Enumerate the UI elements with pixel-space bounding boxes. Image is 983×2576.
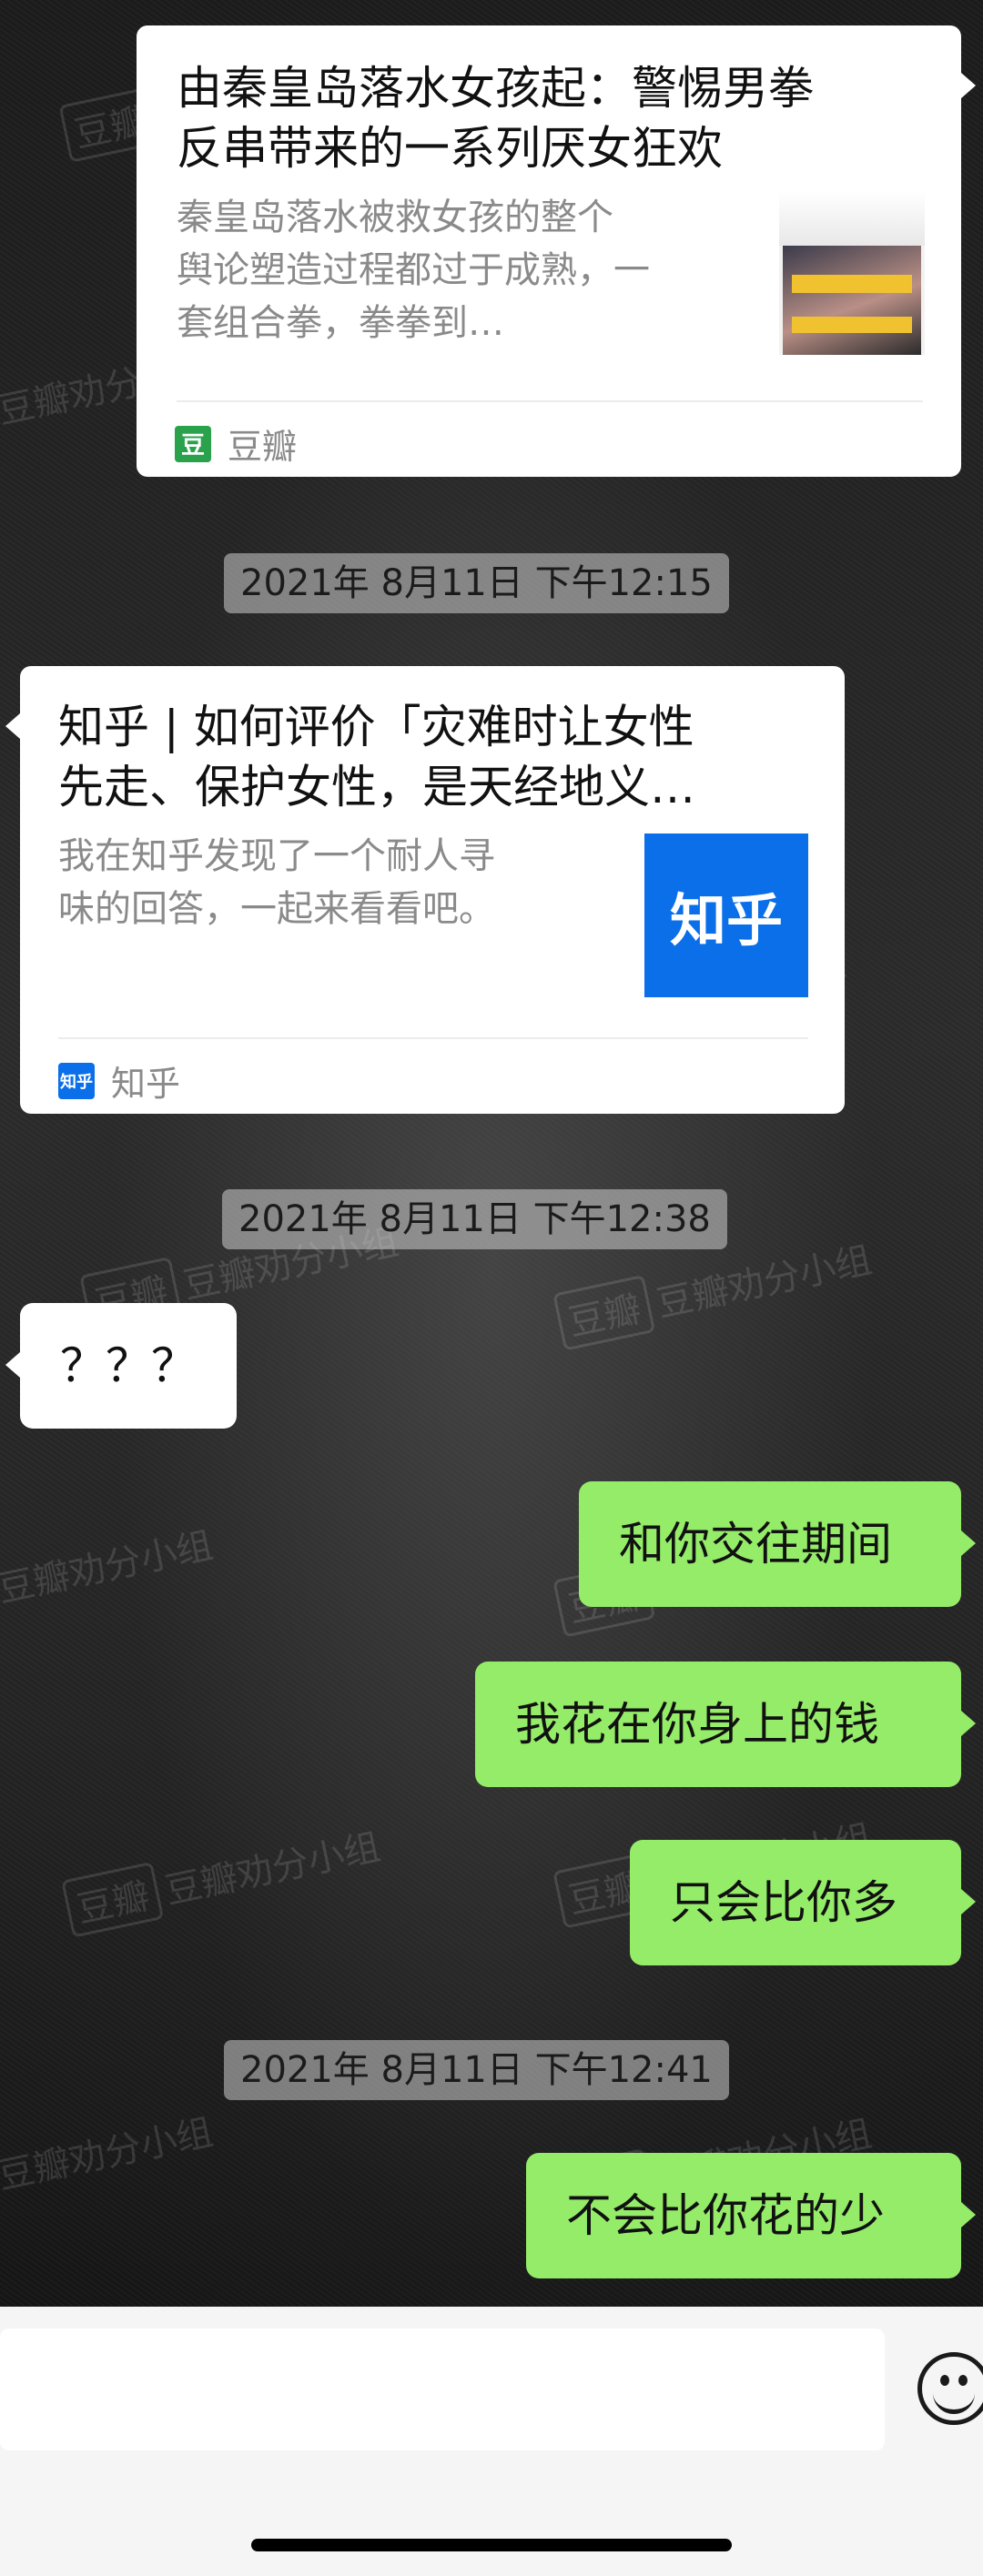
card-divider bbox=[58, 1037, 808, 1039]
link-card-title: 由秦皇岛落水女孩起：警惕男拳 反串带来的一系列厌女狂欢 bbox=[177, 62, 814, 175]
home-indicator[interactable] bbox=[251, 2539, 732, 2551]
douban-icon: 豆 bbox=[175, 425, 211, 462]
link-card-source: 豆 豆瓣 bbox=[175, 419, 297, 469]
message-bubble-incoming[interactable]: ？？？ bbox=[20, 1303, 237, 1429]
timestamp: 2021年 8月11日 下午12:38 bbox=[222, 1189, 727, 1249]
bubble-tail bbox=[5, 713, 20, 739]
link-card-description: 秦皇岛落水被救女孩的整个 舆论塑造过程都过于成熟，一 套组合拳，拳拳到… bbox=[177, 197, 650, 344]
message-bubble-outgoing[interactable]: 不会比你花的少 bbox=[526, 2153, 961, 2278]
emoji-icon[interactable] bbox=[917, 2352, 983, 2425]
link-card-source: 知乎 知乎 bbox=[58, 1062, 181, 1104]
bubble-tail bbox=[961, 1530, 976, 1556]
link-card-zhihu[interactable]: 知乎 | 如何评价「灾难时让女性 先走、保护女性，是天经地义… 我在知乎发现了一… bbox=[20, 666, 845, 1114]
zhihu-icon: 知乎 bbox=[58, 1062, 95, 1099]
bubble-tail bbox=[961, 2202, 976, 2227]
input-bar bbox=[0, 2307, 983, 2576]
message-bubble-outgoing[interactable]: 和你交往期间 bbox=[579, 1481, 961, 1607]
timestamp: 2021年 8月11日 下午12:41 bbox=[224, 2040, 729, 2100]
bubble-tail bbox=[961, 73, 976, 98]
link-card-thumbnail: 知乎 bbox=[644, 833, 808, 997]
link-card-thumbnail bbox=[779, 191, 925, 355]
link-card-title: 知乎 | 如何评价「灾难时让女性 先走、保护女性，是天经地义… bbox=[58, 701, 695, 813]
bubble-tail bbox=[961, 1889, 976, 1914]
bubble-tail bbox=[961, 1711, 976, 1736]
message-input[interactable] bbox=[0, 2329, 885, 2450]
message-bubble-outgoing[interactable]: 只会比你多 bbox=[630, 1840, 961, 1965]
message-bubble-outgoing[interactable]: 我花在你身上的钱 bbox=[475, 1662, 961, 1787]
card-divider bbox=[177, 400, 923, 402]
timestamp: 2021年 8月11日 下午12:15 bbox=[224, 553, 729, 613]
link-card-description: 我在知乎发现了一个耐人寻 味的回答，一起来看看吧。 bbox=[58, 835, 495, 930]
bubble-tail bbox=[5, 1352, 20, 1378]
link-card-douban[interactable]: 由秦皇岛落水女孩起：警惕男拳 反串带来的一系列厌女狂欢 秦皇岛落水被救女孩的整个… bbox=[137, 25, 961, 477]
